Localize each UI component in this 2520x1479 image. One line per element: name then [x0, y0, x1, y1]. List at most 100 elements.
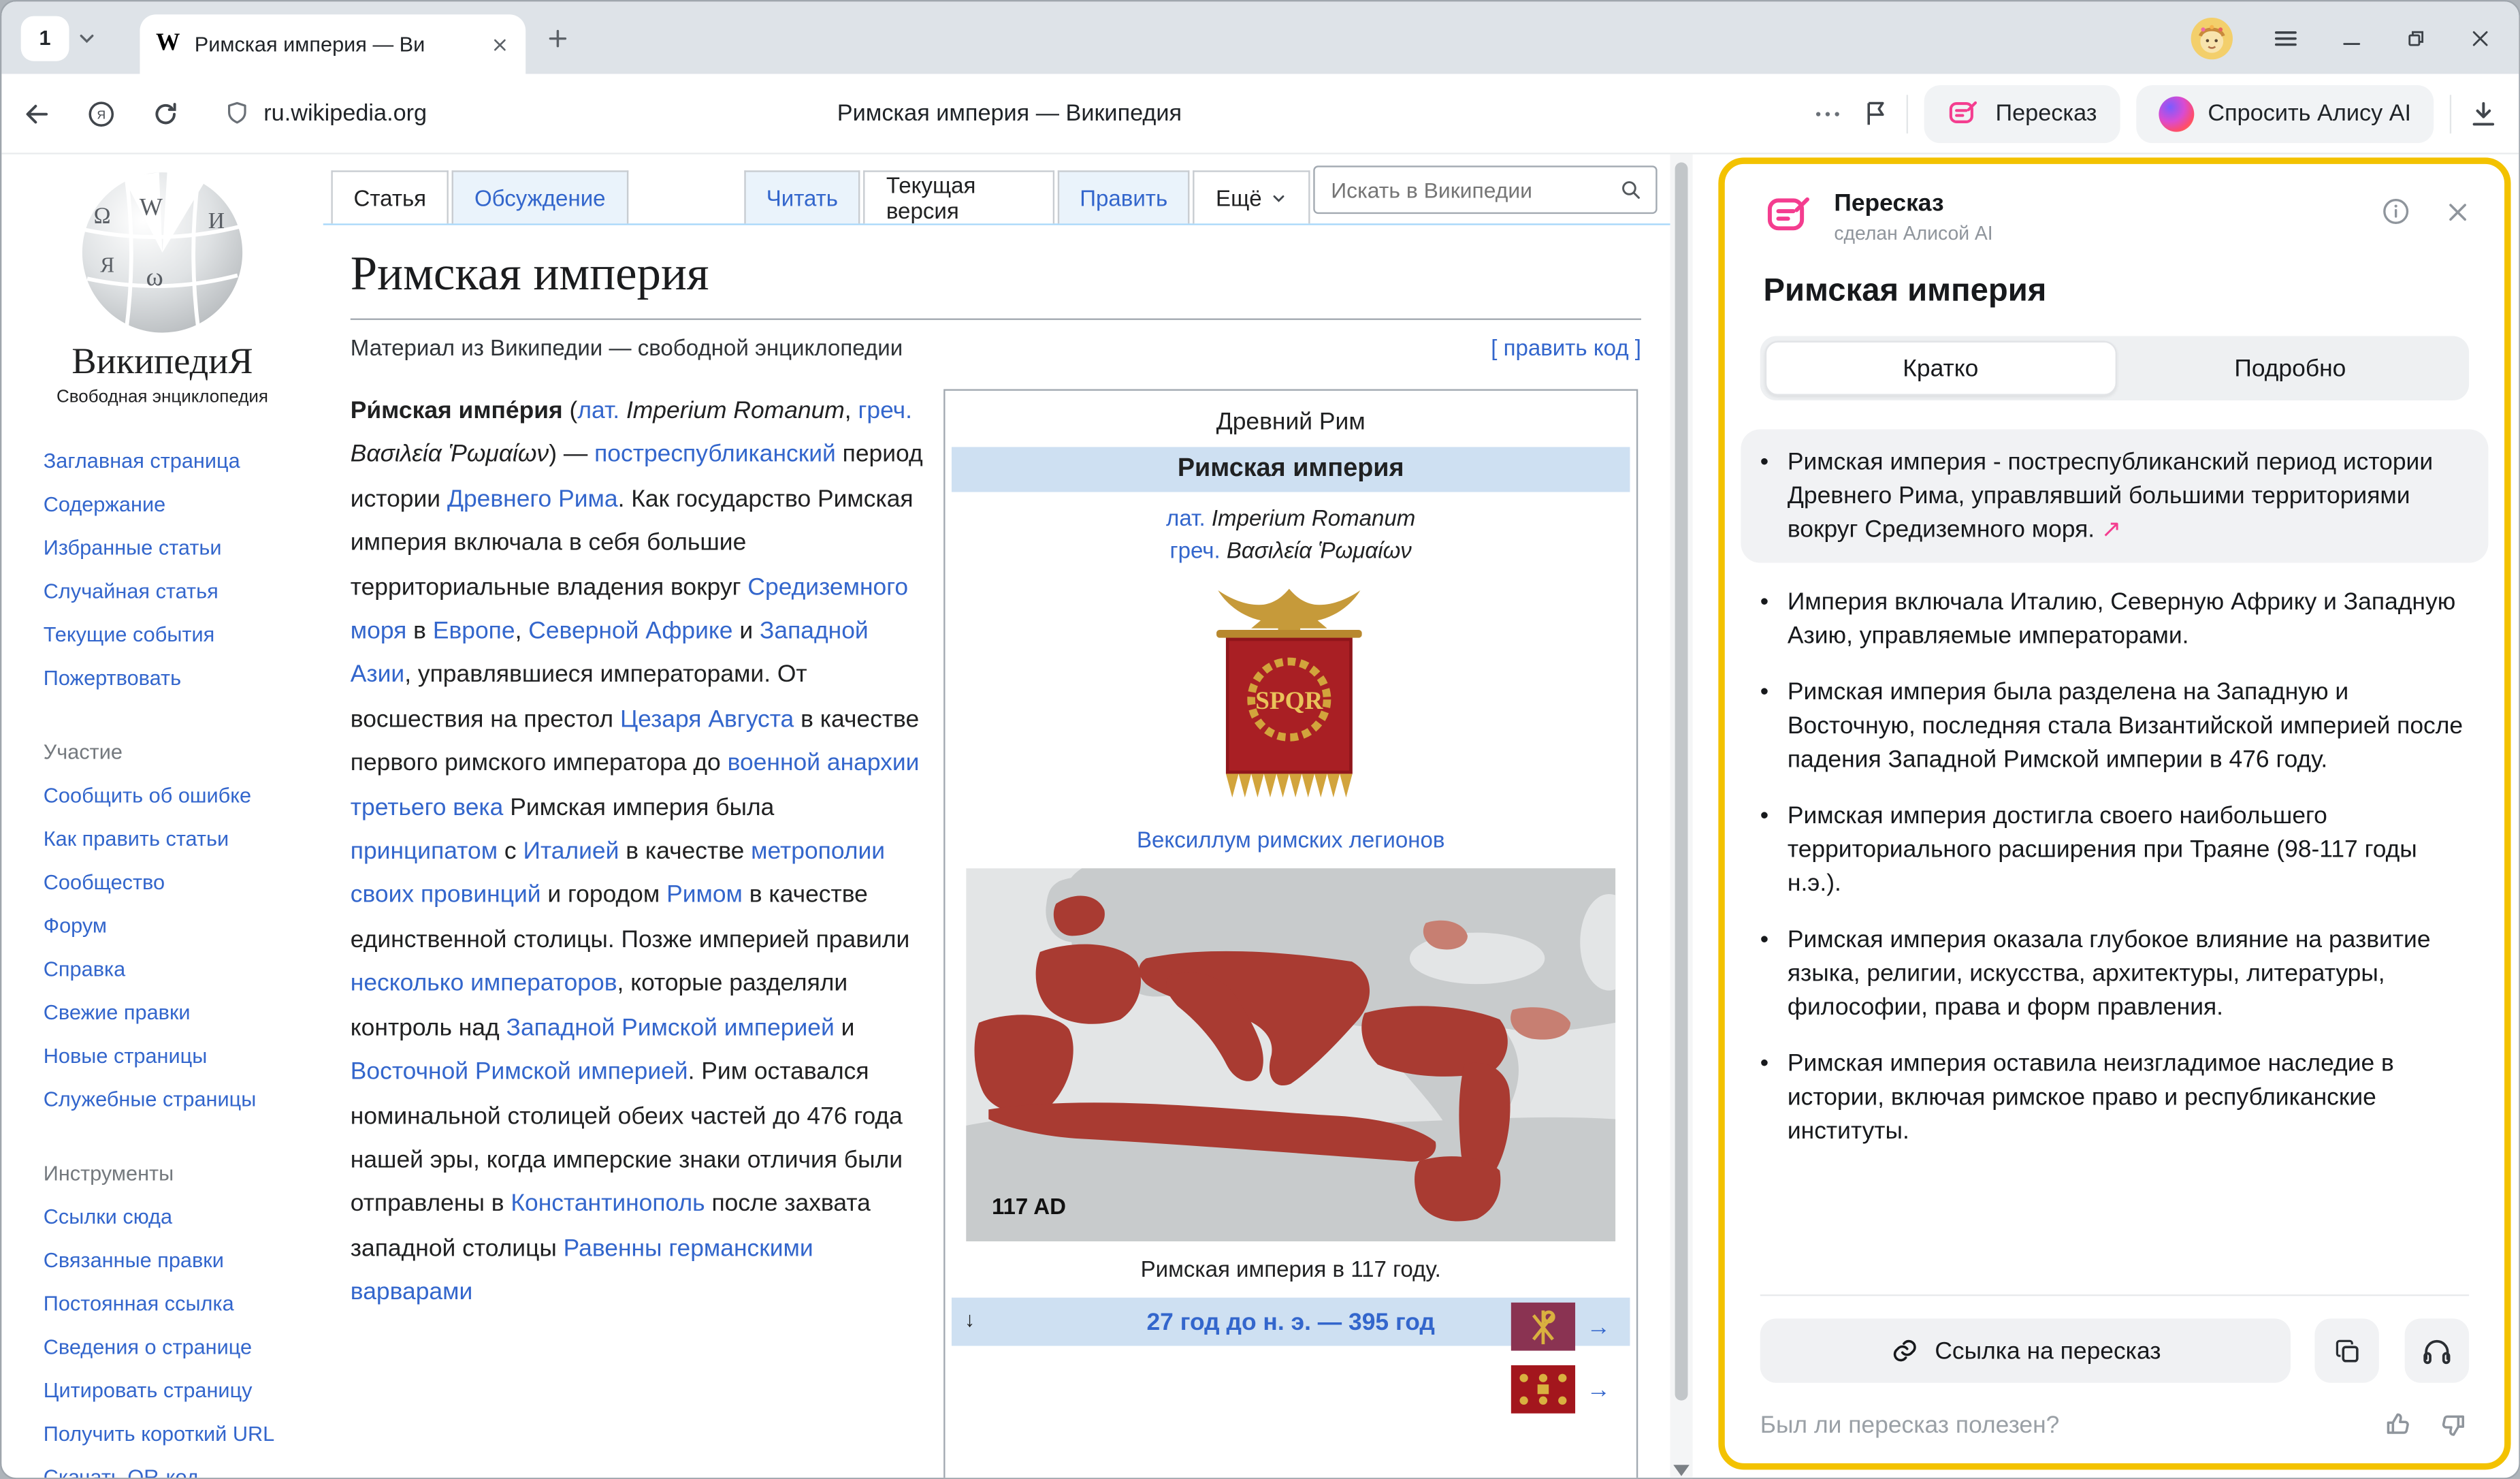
- scrollbar-thumb[interactable]: [1675, 163, 1688, 1401]
- tab-brief[interactable]: Кратко: [1765, 341, 2116, 396]
- reload-icon[interactable]: [150, 97, 182, 129]
- successor-row[interactable]: →: [1511, 1365, 1611, 1415]
- sidebar-link[interactable]: Случайная статья: [44, 579, 281, 605]
- tab-talk[interactable]: Обсуждение: [452, 170, 628, 223]
- copy-button[interactable]: [2314, 1318, 2378, 1382]
- article-link[interactable]: несколько императоров: [351, 970, 617, 998]
- infobox-header[interactable]: Древний Рим: [952, 400, 1630, 447]
- info-icon[interactable]: [2380, 196, 2411, 227]
- jump-down-icon[interactable]: ↓: [965, 1307, 975, 1331]
- sidebar-link[interactable]: Содержание: [44, 492, 281, 518]
- close-panel-icon[interactable]: [2443, 197, 2472, 226]
- article-link[interactable]: Равенны: [564, 1235, 662, 1262]
- wikipedia-search-input[interactable]: [1328, 176, 1619, 204]
- sidebar-link[interactable]: Свежие правки: [44, 1000, 281, 1026]
- dates-link[interactable]: 27 год до н. э. — 395 год: [1146, 1308, 1434, 1335]
- tab-edit[interactable]: Править: [1057, 170, 1190, 223]
- sidebar-link[interactable]: Ссылки сюда: [44, 1205, 281, 1230]
- article-link[interactable]: греч.: [858, 397, 912, 424]
- tab-current-version[interactable]: Текущая версия: [864, 170, 1054, 223]
- tab-counter-button[interactable]: 1: [21, 15, 69, 60]
- wikipedia-logo[interactable]: Ω W И ω Я ВикипедиЯ Свободная энциклопед…: [1, 161, 323, 407]
- sidebar-link[interactable]: Получить короткий URL: [44, 1421, 281, 1447]
- sidebar-link[interactable]: Сообщить об ошибке: [44, 783, 281, 809]
- sidebar-section-title: Участие: [44, 740, 323, 763]
- empire-map-image[interactable]: 117 AD: [966, 868, 1615, 1241]
- retell-button[interactable]: Пересказ: [1925, 84, 2120, 142]
- url-area[interactable]: ru.wikipedia.org: [223, 99, 427, 127]
- thumb-up-icon[interactable]: [2382, 1409, 2414, 1441]
- edit-source-link[interactable]: [ править код ]: [1491, 334, 1641, 360]
- article-link[interactable]: Восточной Римской империей: [351, 1058, 688, 1085]
- map-year-label: 117 AD: [992, 1193, 1066, 1219]
- article-link[interactable]: Цезаря Августа: [620, 705, 794, 733]
- copy-summary-link-button[interactable]: Ссылка на пересказ: [1760, 1318, 2291, 1382]
- sidebar-link[interactable]: Текущие события: [44, 622, 281, 648]
- page-scrollbar[interactable]: [1670, 155, 1692, 1479]
- sidebar-link[interactable]: Пожертвовать: [44, 666, 281, 692]
- wikipedia-article: Статья Обсуждение Читать Текущая версия …: [323, 155, 1670, 1479]
- article-text: Римская империя была: [503, 794, 774, 821]
- sidebar-link[interactable]: Как править статьи: [44, 827, 281, 853]
- article-link[interactable]: Древнего Рима: [447, 486, 618, 513]
- article-link[interactable]: лат.: [577, 397, 619, 424]
- bookmark-icon[interactable]: [1860, 98, 1891, 129]
- scrollbar-down-arrow[interactable]: [1670, 1463, 1692, 1476]
- search-icon[interactable]: [1619, 177, 1643, 203]
- sidebar-link[interactable]: Цитировать страницу: [44, 1378, 281, 1404]
- download-icon[interactable]: [2468, 97, 2500, 129]
- sidebar-link[interactable]: Сведения о странице: [44, 1335, 281, 1361]
- article-link[interactable]: Константинополь: [511, 1190, 705, 1218]
- article-link[interactable]: Западной Римской империей: [506, 1014, 835, 1041]
- url-text[interactable]: ru.wikipedia.org: [263, 101, 427, 127]
- sidebar-link[interactable]: Сообщество: [44, 870, 281, 896]
- ask-alice-button[interactable]: Спросить Алису AI: [2135, 84, 2434, 142]
- summary-bullet: •Римская империя оставила неизгладимое н…: [1760, 1047, 2469, 1148]
- latin-label-link[interactable]: лат.: [1166, 505, 1206, 530]
- successor-arrow: →: [1587, 1376, 1611, 1403]
- copy-summary-link-label: Ссылка на пересказ: [1935, 1337, 2161, 1365]
- vexillum-caption-link[interactable]: Вексиллум римских легионов: [952, 820, 1630, 865]
- article-link[interactable]: Италией: [523, 838, 619, 865]
- greek-label-link[interactable]: греч.: [1170, 537, 1221, 563]
- sidebar-link[interactable]: Форум: [44, 913, 281, 939]
- sidebar-link[interactable]: Избранные статьи: [44, 535, 281, 561]
- menu-icon[interactable]: [2272, 23, 2301, 52]
- yandex-icon[interactable]: Я: [85, 97, 117, 129]
- shield-icon[interactable]: [223, 99, 251, 127]
- tab-read[interactable]: Читать: [744, 170, 860, 223]
- avatar[interactable]: [2191, 17, 2233, 59]
- successor-row[interactable]: →: [1511, 1303, 1611, 1352]
- article-link[interactable]: постреспубликанский: [594, 441, 836, 468]
- tab-detailed[interactable]: Подробно: [2116, 341, 2464, 396]
- article-link[interactable]: Европе: [433, 618, 515, 645]
- sidebar-link[interactable]: Новые страницы: [44, 1044, 281, 1070]
- tab-list-chevron-icon[interactable]: [76, 27, 98, 49]
- active-browser-tab[interactable]: W Римская империя — Ви: [140, 14, 526, 74]
- sidebar-link[interactable]: Заглавная страница: [44, 449, 281, 475]
- sidebar-link[interactable]: Постоянная ссылка: [44, 1291, 281, 1317]
- article-link[interactable]: Римом: [666, 882, 743, 909]
- infobox-title: Римская империя: [952, 447, 1630, 492]
- article-link[interactable]: Северной Африке: [528, 618, 732, 645]
- thumb-down-icon[interactable]: [2437, 1409, 2469, 1441]
- tab-article[interactable]: Статья: [331, 170, 449, 223]
- tab-close-icon[interactable]: [490, 35, 509, 54]
- wikipedia-search-box[interactable]: [1313, 165, 1657, 214]
- maximize-button[interactable]: [2403, 25, 2429, 51]
- vexillum-image[interactable]: SPQR: [1195, 582, 1387, 817]
- chevron-down-icon: [1270, 189, 1288, 206]
- sidebar-link[interactable]: Служебные страницы: [44, 1087, 281, 1113]
- new-tab-button[interactable]: [545, 25, 571, 51]
- minimize-button[interactable]: [2339, 25, 2365, 51]
- tab-more[interactable]: Ещё: [1193, 170, 1310, 223]
- back-icon[interactable]: [21, 97, 53, 129]
- source-link-arrow-icon[interactable]: ↗: [2101, 516, 2122, 543]
- listen-button[interactable]: [2405, 1318, 2469, 1382]
- more-icon[interactable]: [1812, 97, 1844, 129]
- article-link[interactable]: принципатом: [351, 838, 498, 865]
- sidebar-link[interactable]: Скачать QR-код: [44, 1465, 281, 1479]
- sidebar-link[interactable]: Справка: [44, 957, 281, 983]
- close-window-button[interactable]: [2468, 25, 2493, 51]
- sidebar-link[interactable]: Связанные правки: [44, 1247, 281, 1273]
